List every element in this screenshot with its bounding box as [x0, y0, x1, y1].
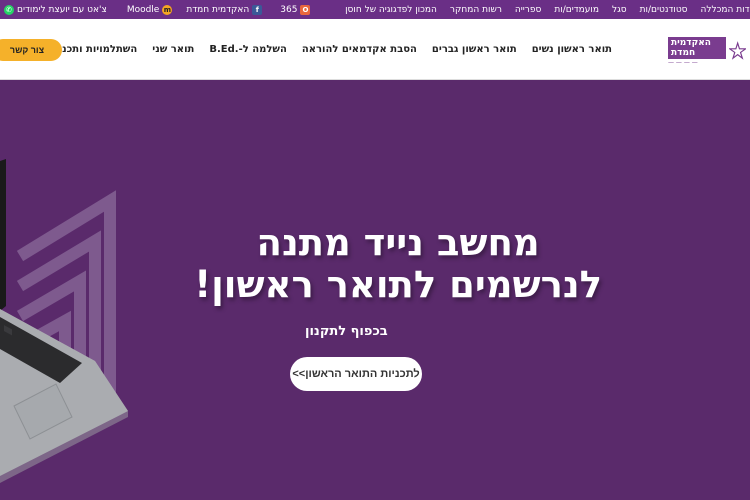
top-link-students[interactable]: סטודנטים/ות — [640, 5, 688, 15]
nav-item-bed-completion[interactable]: השלמה ל-.B.Ed — [209, 44, 287, 55]
academy-fb-link[interactable]: האקדמית חמדת f — [186, 4, 263, 15]
hero-title-line1: מחשב נייד מתנה — [256, 221, 540, 264]
office365-label: 365 — [280, 4, 298, 15]
top-link-about[interactable]: אודות המכללה — [701, 5, 750, 15]
office-icon: O — [300, 4, 311, 15]
nav-menu: תואר ראשון נשים תואר ראשון גברים הסבת אק… — [28, 19, 612, 80]
nav-item-ba-women[interactable]: תואר ראשון נשים — [532, 44, 612, 55]
top-link-library[interactable]: ספרייה — [515, 5, 541, 15]
ba-programs-button[interactable]: לתכניות התואר הראשון>> — [290, 357, 422, 391]
hero-banner: מחשב נייד מתנה לנרשמים לתואר ראשון! בכפו… — [0, 81, 750, 500]
office365-link[interactable]: 365 O — [280, 4, 311, 15]
chat-label: צ'אט עם יועצת לימודים — [17, 4, 107, 15]
laptop-image — [0, 159, 128, 483]
nav-item-ba-men[interactable]: תואר ראשון גברים — [432, 44, 517, 55]
star-logo-icon — [728, 41, 746, 60]
top-link-candidates[interactable]: מועמדים/ות — [554, 5, 599, 15]
chat-link[interactable]: ✆ צ'אט עם יועצת לימודים — [4, 4, 107, 15]
top-utility-bar: אודות המכללה סטודנטים/ות סגל מועמדים/ות … — [0, 0, 750, 19]
top-link-institute[interactable]: המכון לפדגוגיה של חוסן — [345, 5, 437, 15]
logo-tagline: — — — — — [668, 58, 698, 66]
site-logo[interactable]: האקדמית חמדת — — — — — [668, 36, 746, 66]
top-links: אודות המכללה סטודנטים/ות סגל מועמדים/ות … — [345, 0, 750, 19]
whatsapp-icon: ✆ — [4, 4, 14, 15]
academy-label: האקדמית חמדת — [186, 4, 250, 15]
main-navbar: האקדמית חמדת — — — — תואר ראשון נשים תוא… — [0, 19, 750, 80]
top-link-research[interactable]: רשות המחקר — [450, 5, 502, 15]
hero-headline: מחשב נייד מתנה לנרשמים לתואר ראשון! — [194, 222, 602, 306]
facebook-icon: f — [252, 4, 263, 15]
nav-item-teaching-retraining[interactable]: הסבת אקדמאים להוראה — [302, 44, 417, 55]
hero-title-line2: לנרשמים לתואר ראשון! — [194, 263, 602, 306]
moodle-link[interactable]: Moodle m — [126, 4, 173, 15]
contact-button[interactable]: צור קשר — [0, 39, 62, 61]
moodle-label: Moodle — [126, 4, 160, 15]
top-link-staff[interactable]: סגל — [612, 5, 627, 15]
moodle-icon: m — [162, 4, 173, 15]
hero-subtitle: בכפוף לתקנון — [305, 324, 388, 339]
top-quick-links: ✆ צ'אט עם יועצת לימודים Moodle m האקדמית… — [4, 0, 311, 19]
logo-text: האקדמית חמדת — [668, 36, 726, 59]
nav-item-ma[interactable]: תואר שני — [152, 44, 194, 55]
